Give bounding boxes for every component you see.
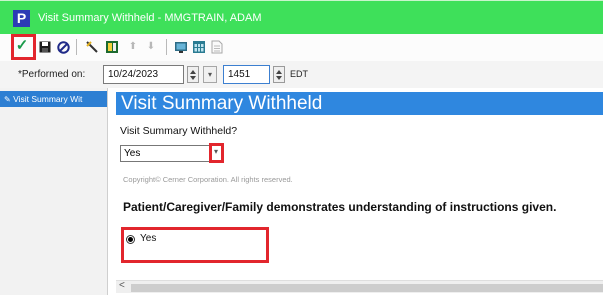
window-title: Visit Summary Withheld - MMGTRAIN, ADAM (38, 12, 262, 24)
timezone-label: EDT (290, 69, 308, 79)
app-icon: P (13, 10, 30, 27)
form-section-header: Visit Summary Withheld (116, 92, 603, 115)
cancel-icon[interactable] (56, 40, 70, 54)
horizontal-scrollbar[interactable]: < (116, 280, 603, 293)
performed-on-label: *Performed on: (18, 69, 86, 80)
scrollbar-thumb[interactable] (131, 284, 603, 292)
copyright-text: Copyright© Cerner Corporation. All right… (123, 175, 293, 184)
visit-summary-select[interactable]: Yes (120, 145, 210, 162)
scroll-left-icon[interactable]: < (119, 280, 125, 291)
tools-icon[interactable] (85, 40, 99, 54)
save-icon[interactable] (38, 40, 52, 54)
date-spinner[interactable] (187, 66, 199, 83)
highlight-yes-option (121, 227, 269, 263)
date-dropdown-button[interactable]: ▾ (203, 66, 217, 83)
up-arrow-icon[interactable]: ⬆ (126, 40, 140, 54)
sidebar-item-label: Visit Summary Wit (13, 94, 83, 104)
toolbar: ✓ ⬆ ⬇ (0, 34, 603, 62)
sidebar-item-visit-summary[interactable]: ✎ Visit Summary Wit (0, 91, 107, 107)
down-arrow-icon[interactable]: ⬇ (144, 40, 158, 54)
performed-time-field[interactable]: 1451 (223, 65, 270, 84)
monitor-icon[interactable] (174, 40, 188, 54)
form-navigation-panel: ✎ Visit Summary Wit (0, 88, 108, 295)
performed-date-field[interactable]: 10/24/2023 (103, 65, 184, 84)
question-label: Visit Summary Withheld? (120, 125, 238, 137)
pencil-icon: ✎ (4, 95, 11, 104)
window-titlebar: P Visit Summary Withheld - MMGTRAIN, ADA… (0, 0, 603, 34)
highlight-check-button (11, 34, 36, 60)
document-icon[interactable] (210, 40, 224, 54)
performed-row: *Performed on: 10/24/2023 ▾ 1451 EDT (0, 61, 603, 88)
highlight-dropdown-arrow (209, 143, 224, 163)
calendar-icon[interactable] (192, 40, 206, 54)
understanding-statement: Patient/Caregiver/Family demonstrates un… (123, 200, 557, 214)
time-spinner[interactable] (273, 66, 285, 83)
reference-icon[interactable] (105, 40, 119, 54)
